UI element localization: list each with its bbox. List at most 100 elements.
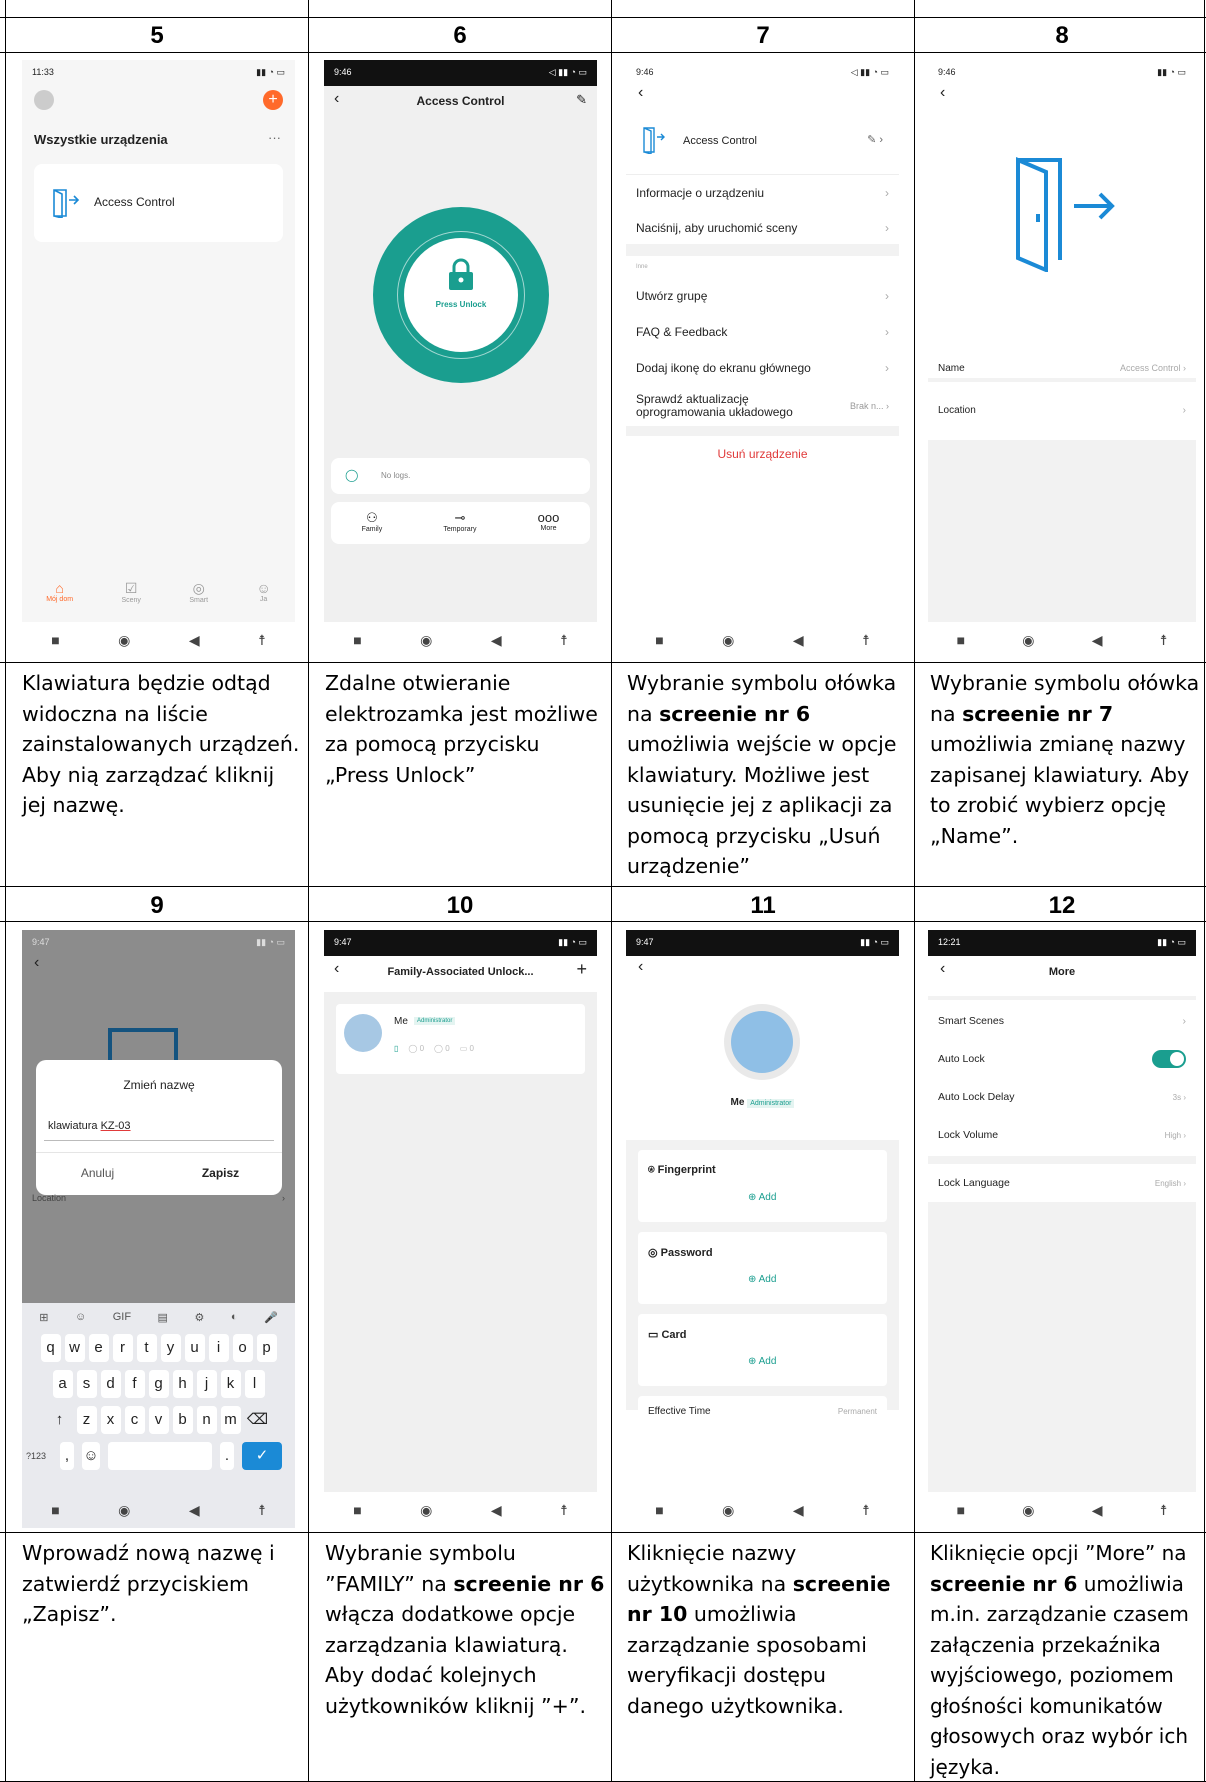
screen-10: 9:47 ▮▮ ◔ ▭ ‹ Family-Associated Unlock...… — [324, 930, 597, 1528]
header-6: 6 — [453, 22, 467, 49]
keyboard-row-4: ?123 , ☺ . ✓ — [22, 1442, 295, 1470]
space-key[interactable] — [108, 1442, 212, 1470]
key-p[interactable]: p — [256, 1334, 277, 1362]
key-f[interactable]: f — [124, 1370, 145, 1398]
logs-card[interactable]: ◯ No logs. — [331, 458, 590, 494]
screen-9: 9:47 ▮▮ ◔ ▭ ‹ Zmień nazwę klawiatura KZ-0… — [22, 930, 295, 1528]
key-a[interactable]: a — [52, 1370, 73, 1398]
key-o[interactable]: o — [232, 1334, 253, 1362]
symbols-key[interactable]: ?123 — [26, 1451, 54, 1461]
description-8: Wybranie symbolu ołówka na screenie nr 7… — [930, 671, 1200, 848]
remove-device-button[interactable]: Usuń urządzenie — [626, 436, 899, 472]
key-h[interactable]: h — [172, 1370, 193, 1398]
menu-faq[interactable]: FAQ & Feedback › — [626, 314, 899, 350]
key-e[interactable]: e — [88, 1334, 109, 1362]
page-title: Wszystkie urządzenia — [34, 132, 168, 147]
status-icons: ▮▮ ◔ ▭ — [860, 937, 889, 947]
tab-scenes[interactable]: ☑ Sceny — [121, 580, 140, 620]
save-button[interactable]: Zapisz — [159, 1166, 282, 1180]
enter-key[interactable]: ✓ — [242, 1442, 282, 1470]
key-z[interactable]: z — [76, 1406, 97, 1434]
menu-create-group[interactable]: Utwórz grupę › — [626, 278, 899, 314]
lock-icon — [449, 258, 473, 290]
role-badge: Administrator — [414, 1017, 456, 1025]
status-icons: ◁ ▮▮ ◔ ▭ — [548, 67, 587, 77]
key-j[interactable]: j — [196, 1370, 217, 1398]
door-icon — [53, 189, 80, 218]
back-icon[interactable]: ‹ — [638, 958, 643, 976]
header-8: 8 — [1055, 22, 1069, 49]
add-password-button[interactable]: ⊕ Add — [748, 1274, 776, 1285]
avatar — [344, 1014, 382, 1052]
screen-6: 9:46 ◁ ▮▮ ◔ ▭ ‹ Access Control ✎ Press Un… — [324, 60, 597, 658]
key-k[interactable]: k — [220, 1370, 241, 1398]
auto-lock-delay-row[interactable]: Auto Lock Delay 3s › — [928, 1078, 1196, 1116]
location-row[interactable]: Location › — [22, 1188, 295, 1208]
credential-counts: ▯ ◯ 0 ◯ 0 ▭ 0 — [394, 1044, 474, 1053]
page-title: Access Control — [416, 94, 505, 108]
more-icon[interactable]: ··· — [268, 130, 281, 145]
door-large-icon — [1016, 156, 1115, 272]
rename-input[interactable]: klawiatura KZ-03 — [48, 1120, 131, 1132]
add-card-button[interactable]: ⊕ Add — [748, 1356, 776, 1367]
edit-pencil-icon[interactable]: ✎ — [576, 92, 587, 108]
edit-pencil-icon[interactable]: ✎ › — [867, 133, 883, 146]
effective-time-row[interactable]: Effective Time Permanent — [638, 1396, 887, 1428]
nav-bar: ■ ◉ ◀ ☨ — [626, 1492, 899, 1528]
key-b[interactable]: b — [172, 1406, 193, 1434]
temporary-button[interactable]: ⊸ Temporary — [443, 510, 476, 544]
family-button[interactable]: ⚇ Family — [362, 510, 383, 544]
screen-11: 9:47 ▮▮ ◔ ▭ ‹ Me Administrator ⍟ Fingerpr… — [626, 930, 899, 1528]
user-row[interactable]: Me Administrator — [626, 1097, 899, 1108]
key-l[interactable]: l — [244, 1370, 265, 1398]
menu-device-info[interactable]: Informacje o urządzeniu › — [626, 174, 899, 210]
add-user-button[interactable]: + — [576, 959, 587, 980]
avatar[interactable] — [34, 90, 54, 110]
user-card[interactable]: Me Administrator ▯ ◯ 0 ◯ 0 ▭ 0 — [336, 1004, 585, 1074]
key-n[interactable]: n — [196, 1406, 217, 1434]
key-i[interactable]: i — [208, 1334, 229, 1362]
header-7: 7 — [756, 22, 770, 49]
user-name: Me — [394, 1016, 408, 1027]
key-g[interactable]: g — [148, 1370, 169, 1398]
tab-me[interactable]: ☺ Ja — [256, 580, 270, 620]
menu-add-icon[interactable]: Dodaj ikonę do ekranu głównego › — [626, 350, 899, 386]
key-x[interactable]: x — [100, 1406, 121, 1434]
cancel-button[interactable]: Anuluj — [36, 1166, 159, 1180]
auto-lock-toggle[interactable] — [1152, 1050, 1186, 1068]
avatar[interactable] — [731, 1011, 793, 1073]
location-row[interactable]: Location › — [928, 398, 1196, 422]
lock-language-row[interactable]: Lock Language English › — [928, 1164, 1196, 1202]
auto-lock-row: Auto Lock — [928, 1040, 1196, 1078]
device-card[interactable]: Access Control — [34, 164, 283, 242]
back-icon[interactable]: ‹ — [34, 954, 39, 972]
key-v[interactable]: v — [148, 1406, 169, 1434]
key-w[interactable]: w — [64, 1334, 85, 1362]
menu-scenes[interactable]: Naciśnij, aby uruchomić sceny › — [626, 210, 899, 246]
name-row[interactable]: Name Access Control › — [928, 356, 1196, 380]
nav-bar: ■ ◉ ◀ ☨ — [22, 1492, 295, 1528]
back-icon[interactable]: ‹ — [638, 84, 643, 102]
description-11: Kliknięcie nazwy użytkownika na screenie… — [627, 1541, 891, 1718]
lock-volume-row[interactable]: Lock Volume High › — [928, 1116, 1196, 1154]
menu-firmware[interactable]: Sprawdź aktualizację oprogramowania układ… — [626, 386, 899, 426]
tab-home[interactable]: ⌂ Mój dom — [46, 580, 73, 620]
key-t[interactable]: t — [136, 1334, 157, 1362]
key-r[interactable]: r — [112, 1334, 133, 1362]
smart-scenes-row[interactable]: Smart Scenes › — [928, 1002, 1196, 1040]
key-u[interactable]: u — [184, 1334, 205, 1362]
key-s[interactable]: s — [76, 1370, 97, 1398]
key-c[interactable]: c — [124, 1406, 145, 1434]
tab-smart[interactable]: ◎ Smart — [189, 580, 208, 620]
key-d[interactable]: d — [100, 1370, 121, 1398]
key-m[interactable]: m — [220, 1406, 241, 1434]
key-q[interactable]: q — [40, 1334, 61, 1362]
more-button[interactable]: ooo More — [538, 510, 560, 544]
header-12: 12 — [1048, 892, 1076, 919]
add-icon[interactable]: + — [263, 90, 283, 110]
key-y[interactable]: y — [160, 1334, 181, 1362]
device-name: Access Control — [94, 195, 175, 209]
press-unlock-button[interactable]: Press Unlock — [404, 238, 518, 352]
back-icon[interactable]: ‹ — [940, 84, 945, 102]
add-fingerprint-button[interactable]: ⊕ Add — [748, 1192, 776, 1203]
